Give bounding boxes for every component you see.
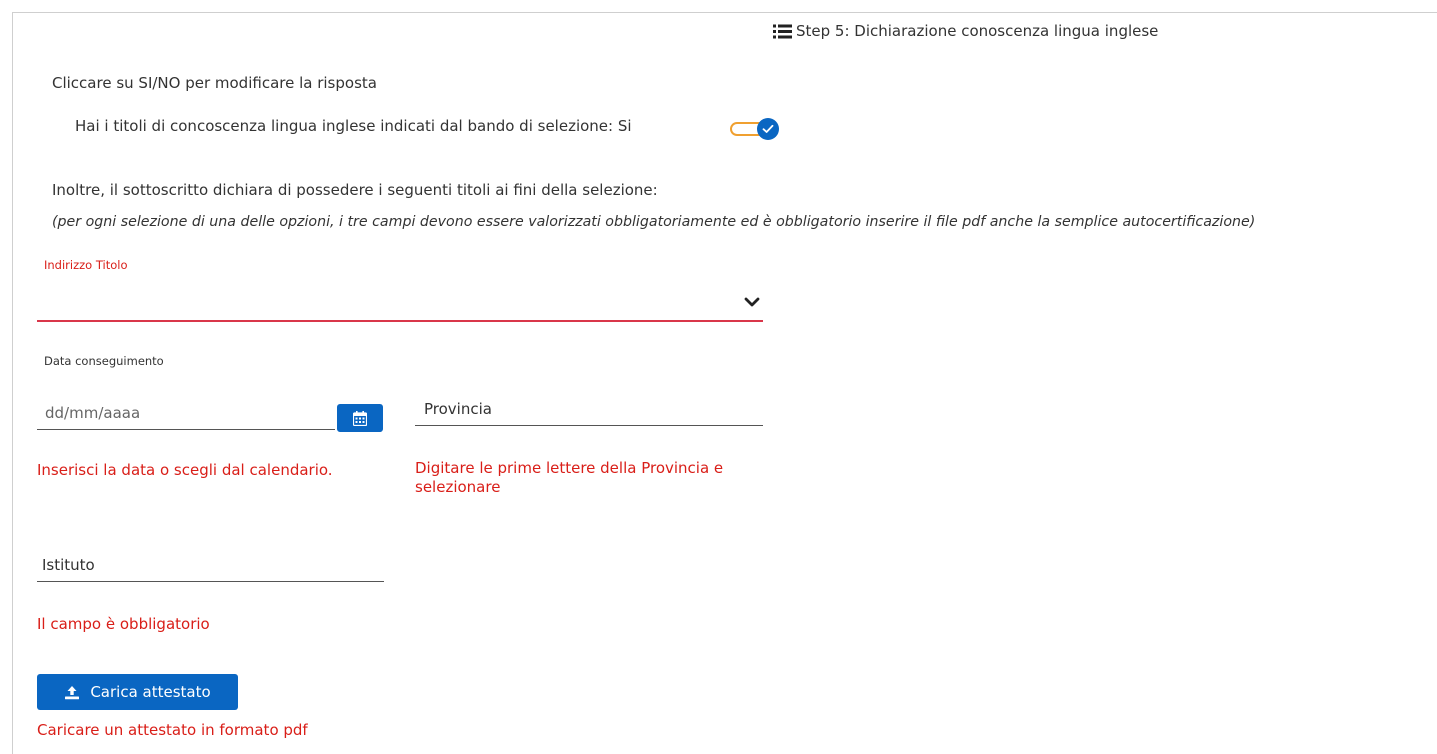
note-text: (per ogni selezione di una delle opzioni… bbox=[52, 214, 1256, 230]
istituto-error: Il campo è obbligatorio bbox=[37, 615, 210, 633]
declaration-text: Inoltre, il sottoscritto dichiara di pos… bbox=[52, 181, 658, 199]
instruction-text: Cliccare su SI/NO per modificare la risp… bbox=[52, 74, 377, 92]
upload-icon bbox=[65, 685, 80, 699]
provincia-error: Digitare le prime lettere della Provinci… bbox=[415, 459, 723, 497]
list-icon bbox=[773, 24, 792, 38]
data-error: Inserisci la data o scegli dal calendari… bbox=[37, 461, 333, 479]
indirizzo-titolo-label: Indirizzo Titolo bbox=[44, 258, 128, 272]
data-conseguimento-input[interactable] bbox=[37, 396, 335, 430]
check-icon bbox=[762, 124, 774, 133]
answer-toggle[interactable] bbox=[730, 118, 780, 140]
indirizzo-titolo-select[interactable] bbox=[37, 320, 763, 322]
step-header: Step 5: Dichiarazione conoscenza lingua … bbox=[773, 22, 1158, 40]
provincia-input[interactable] bbox=[415, 392, 763, 426]
istituto-input[interactable] bbox=[37, 548, 384, 582]
upload-hint: Caricare un attestato in formato pdf bbox=[37, 721, 308, 739]
calendar-button[interactable] bbox=[337, 404, 383, 432]
provincia-error-line-1: Digitare le prime lettere della Provinci… bbox=[415, 459, 724, 477]
question-text: Hai i titoli di concoscenza lingua ingle… bbox=[75, 117, 632, 135]
step-title: Step 5: Dichiarazione conoscenza lingua … bbox=[796, 22, 1159, 40]
upload-button-label: Carica attestato bbox=[90, 683, 211, 701]
upload-button[interactable]: Carica attestato bbox=[37, 674, 238, 710]
toggle-knob bbox=[757, 118, 779, 140]
chevron-down-icon[interactable] bbox=[744, 296, 760, 308]
provincia-error-line-2: selezionare bbox=[415, 478, 501, 496]
data-conseguimento-label: Data conseguimento bbox=[44, 354, 164, 368]
calendar-icon bbox=[353, 410, 367, 426]
